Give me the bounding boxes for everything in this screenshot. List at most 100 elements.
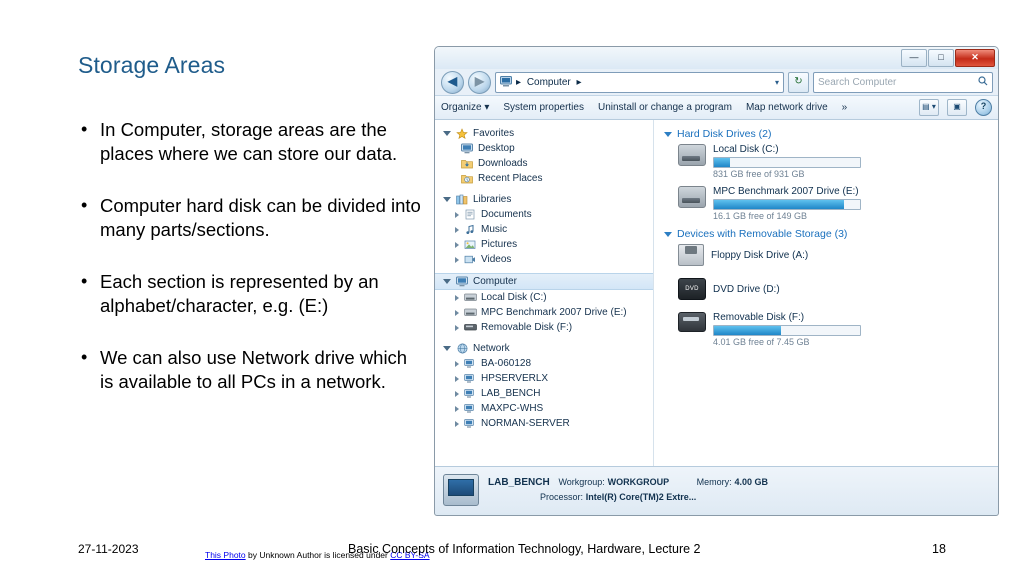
nav-group-libraries: Libraries Documents Music Pictures Video…	[435, 192, 653, 267]
chevron-down-icon[interactable]	[443, 131, 451, 136]
list-item[interactable]: Removable Disk (F:) 4.01 GB free of 7.45…	[678, 312, 998, 347]
drive-free-space: 16.1 GB free of 149 GB	[713, 211, 808, 221]
floppy-disk-icon	[678, 244, 704, 266]
close-button[interactable]: ✕	[955, 49, 995, 67]
sidebar-item-pictures[interactable]: Pictures	[435, 237, 653, 252]
chevron-down-icon[interactable]: ▾	[775, 78, 779, 87]
chevron-right-icon[interactable]	[455, 390, 459, 397]
computer-node-icon	[464, 403, 477, 415]
chevron-right-icon[interactable]	[455, 324, 459, 331]
removable-disk-icon	[678, 312, 706, 332]
breadcrumb-separator-2: ▸	[576, 76, 582, 88]
sidebar-label: NORMAN-SERVER	[481, 418, 570, 429]
toolbar-overflow-button[interactable]: »	[842, 102, 848, 113]
dvd-drive-icon: DVD	[678, 278, 706, 300]
computer-icon	[456, 276, 469, 288]
list-item[interactable]: Local Disk (C:) 831 GB free of 931 GB	[678, 144, 998, 179]
footer-date: 27-11-2023	[78, 542, 139, 556]
forward-button[interactable]: ▶	[468, 70, 491, 94]
details-pane: LAB_BENCH Workgroup: WORKGROUP Memory: 4…	[435, 466, 998, 513]
sidebar-item-lab-bench[interactable]: LAB_BENCH	[435, 386, 653, 401]
chevron-right-icon[interactable]	[455, 294, 459, 301]
refresh-button[interactable]: ↻	[788, 71, 809, 93]
sidebar-label: Desktop	[478, 143, 515, 154]
capacity-bar-fill	[714, 200, 844, 209]
minimize-button[interactable]: —	[901, 49, 927, 67]
computer-node-icon	[464, 358, 477, 370]
sidebar-item-removable-disk-f[interactable]: Removable Disk (F:)	[435, 320, 653, 335]
capacity-bar	[713, 157, 861, 168]
details-processor-label: Processor:	[540, 492, 584, 502]
sidebar-item-computer[interactable]: Computer	[435, 273, 653, 290]
capacity-bar-fill	[714, 158, 731, 167]
chevron-right-icon[interactable]	[455, 241, 459, 248]
chevron-right-icon[interactable]	[455, 309, 459, 316]
network-icon	[456, 343, 469, 355]
map-network-drive-button[interactable]: Map network drive	[746, 102, 828, 113]
list-item[interactable]: MPC Benchmark 2007 Drive (E:) 16.1 GB fr…	[678, 186, 998, 221]
sidebar-item-desktop[interactable]: Desktop	[435, 141, 653, 156]
chevron-down-icon[interactable]	[443, 197, 451, 202]
nav-group-network: Network BA-060128 HPSERVERLX LAB_BENCH M…	[435, 341, 653, 431]
maximize-button[interactable]: □	[928, 49, 954, 67]
sidebar-item-norman-server[interactable]: NORMAN-SERVER	[435, 416, 653, 431]
sidebar-item-network[interactable]: Network	[435, 341, 653, 356]
sidebar-item-hpserverlx[interactable]: HPSERVERLX	[435, 371, 653, 386]
sidebar-item-documents[interactable]: Documents	[435, 207, 653, 222]
computer-icon	[500, 76, 513, 88]
sidebar-item-downloads[interactable]: Downloads	[435, 156, 653, 171]
list-item: Computer hard disk can be divided into m…	[78, 193, 423, 242]
change-view-icon[interactable]: ▤ ▾	[919, 99, 939, 116]
chevron-right-icon[interactable]	[455, 226, 459, 233]
chevron-right-icon[interactable]	[455, 375, 459, 382]
group-header-removable-storage[interactable]: Devices with Removable Storage (3)	[664, 228, 998, 240]
help-icon[interactable]: ?	[975, 99, 992, 116]
preview-pane-icon[interactable]: ▣	[947, 99, 967, 116]
address-bar[interactable]: ▸ Computer ▸ ▾	[495, 71, 784, 93]
sidebar-item-videos[interactable]: Videos	[435, 252, 653, 267]
sidebar-label: Removable Disk (F:)	[481, 322, 573, 333]
command-toolbar: Organize ▾ System properties Uninstall o…	[435, 95, 998, 120]
address-bar-row: ◀ ▶ ▸ Computer ▸ ▾ ↻ Search Computer	[435, 69, 998, 95]
back-button[interactable]: ◀	[441, 70, 464, 94]
computer-node-icon	[464, 388, 477, 400]
list-item[interactable]: Floppy Disk Drive (A:)	[678, 244, 998, 266]
drive-name: Floppy Disk Drive (A:)	[711, 249, 809, 261]
search-input[interactable]: Search Computer	[813, 71, 993, 93]
sidebar-item-ba-060128[interactable]: BA-060128	[435, 356, 653, 371]
attribution-link-photo[interactable]: This Photo	[205, 550, 246, 560]
window-title-bar: — □ ✕	[435, 47, 998, 69]
list-item[interactable]: DVD DVD Drive (D:)	[678, 278, 998, 300]
chevron-down-icon[interactable]	[443, 346, 451, 351]
sidebar-item-mpc-benchmark-e[interactable]: MPC Benchmark 2007 Drive (E:)	[435, 305, 653, 320]
breadcrumb-item-computer[interactable]: Computer	[527, 77, 571, 88]
computer-icon	[443, 474, 479, 506]
group-header-hard-disk-drives[interactable]: Hard Disk Drives (2)	[664, 128, 998, 140]
chevron-down-icon[interactable]	[664, 131, 672, 137]
hard-drive-icon	[464, 307, 477, 319]
chevron-right-icon[interactable]	[455, 211, 459, 218]
system-properties-button[interactable]: System properties	[503, 102, 584, 113]
chevron-right-icon[interactable]	[455, 420, 459, 427]
sidebar-item-maxpc-whs[interactable]: MAXPC-WHS	[435, 401, 653, 416]
sidebar-item-local-disk-c[interactable]: Local Disk (C:)	[435, 290, 653, 305]
details-text: LAB_BENCH Workgroup: WORKGROUP Memory: 4…	[488, 475, 768, 505]
details-processor-value: Intel(R) Core(TM)2 Extre...	[585, 492, 697, 502]
uninstall-button[interactable]: Uninstall or change a program	[598, 102, 732, 113]
sidebar-label: Computer	[473, 276, 517, 287]
details-memory-label: Memory:	[696, 477, 732, 487]
chevron-right-icon[interactable]	[455, 360, 459, 367]
chevron-right-icon[interactable]	[455, 405, 459, 412]
hard-drive-icon	[464, 292, 477, 304]
sidebar-label: Music	[481, 224, 508, 235]
drive-info: Local Disk (C:) 831 GB free of 931 GB	[713, 144, 861, 179]
chevron-right-icon[interactable]	[455, 256, 459, 263]
chevron-down-icon[interactable]	[664, 231, 672, 237]
sidebar-item-recent-places[interactable]: Recent Places	[435, 171, 653, 186]
sidebar-item-music[interactable]: Music	[435, 222, 653, 237]
sidebar-item-favorites[interactable]: Favorites	[435, 126, 653, 141]
capacity-bar	[713, 325, 861, 336]
organize-button[interactable]: Organize ▾	[441, 102, 489, 113]
sidebar-item-libraries[interactable]: Libraries	[435, 192, 653, 207]
chevron-down-icon[interactable]	[443, 279, 451, 284]
